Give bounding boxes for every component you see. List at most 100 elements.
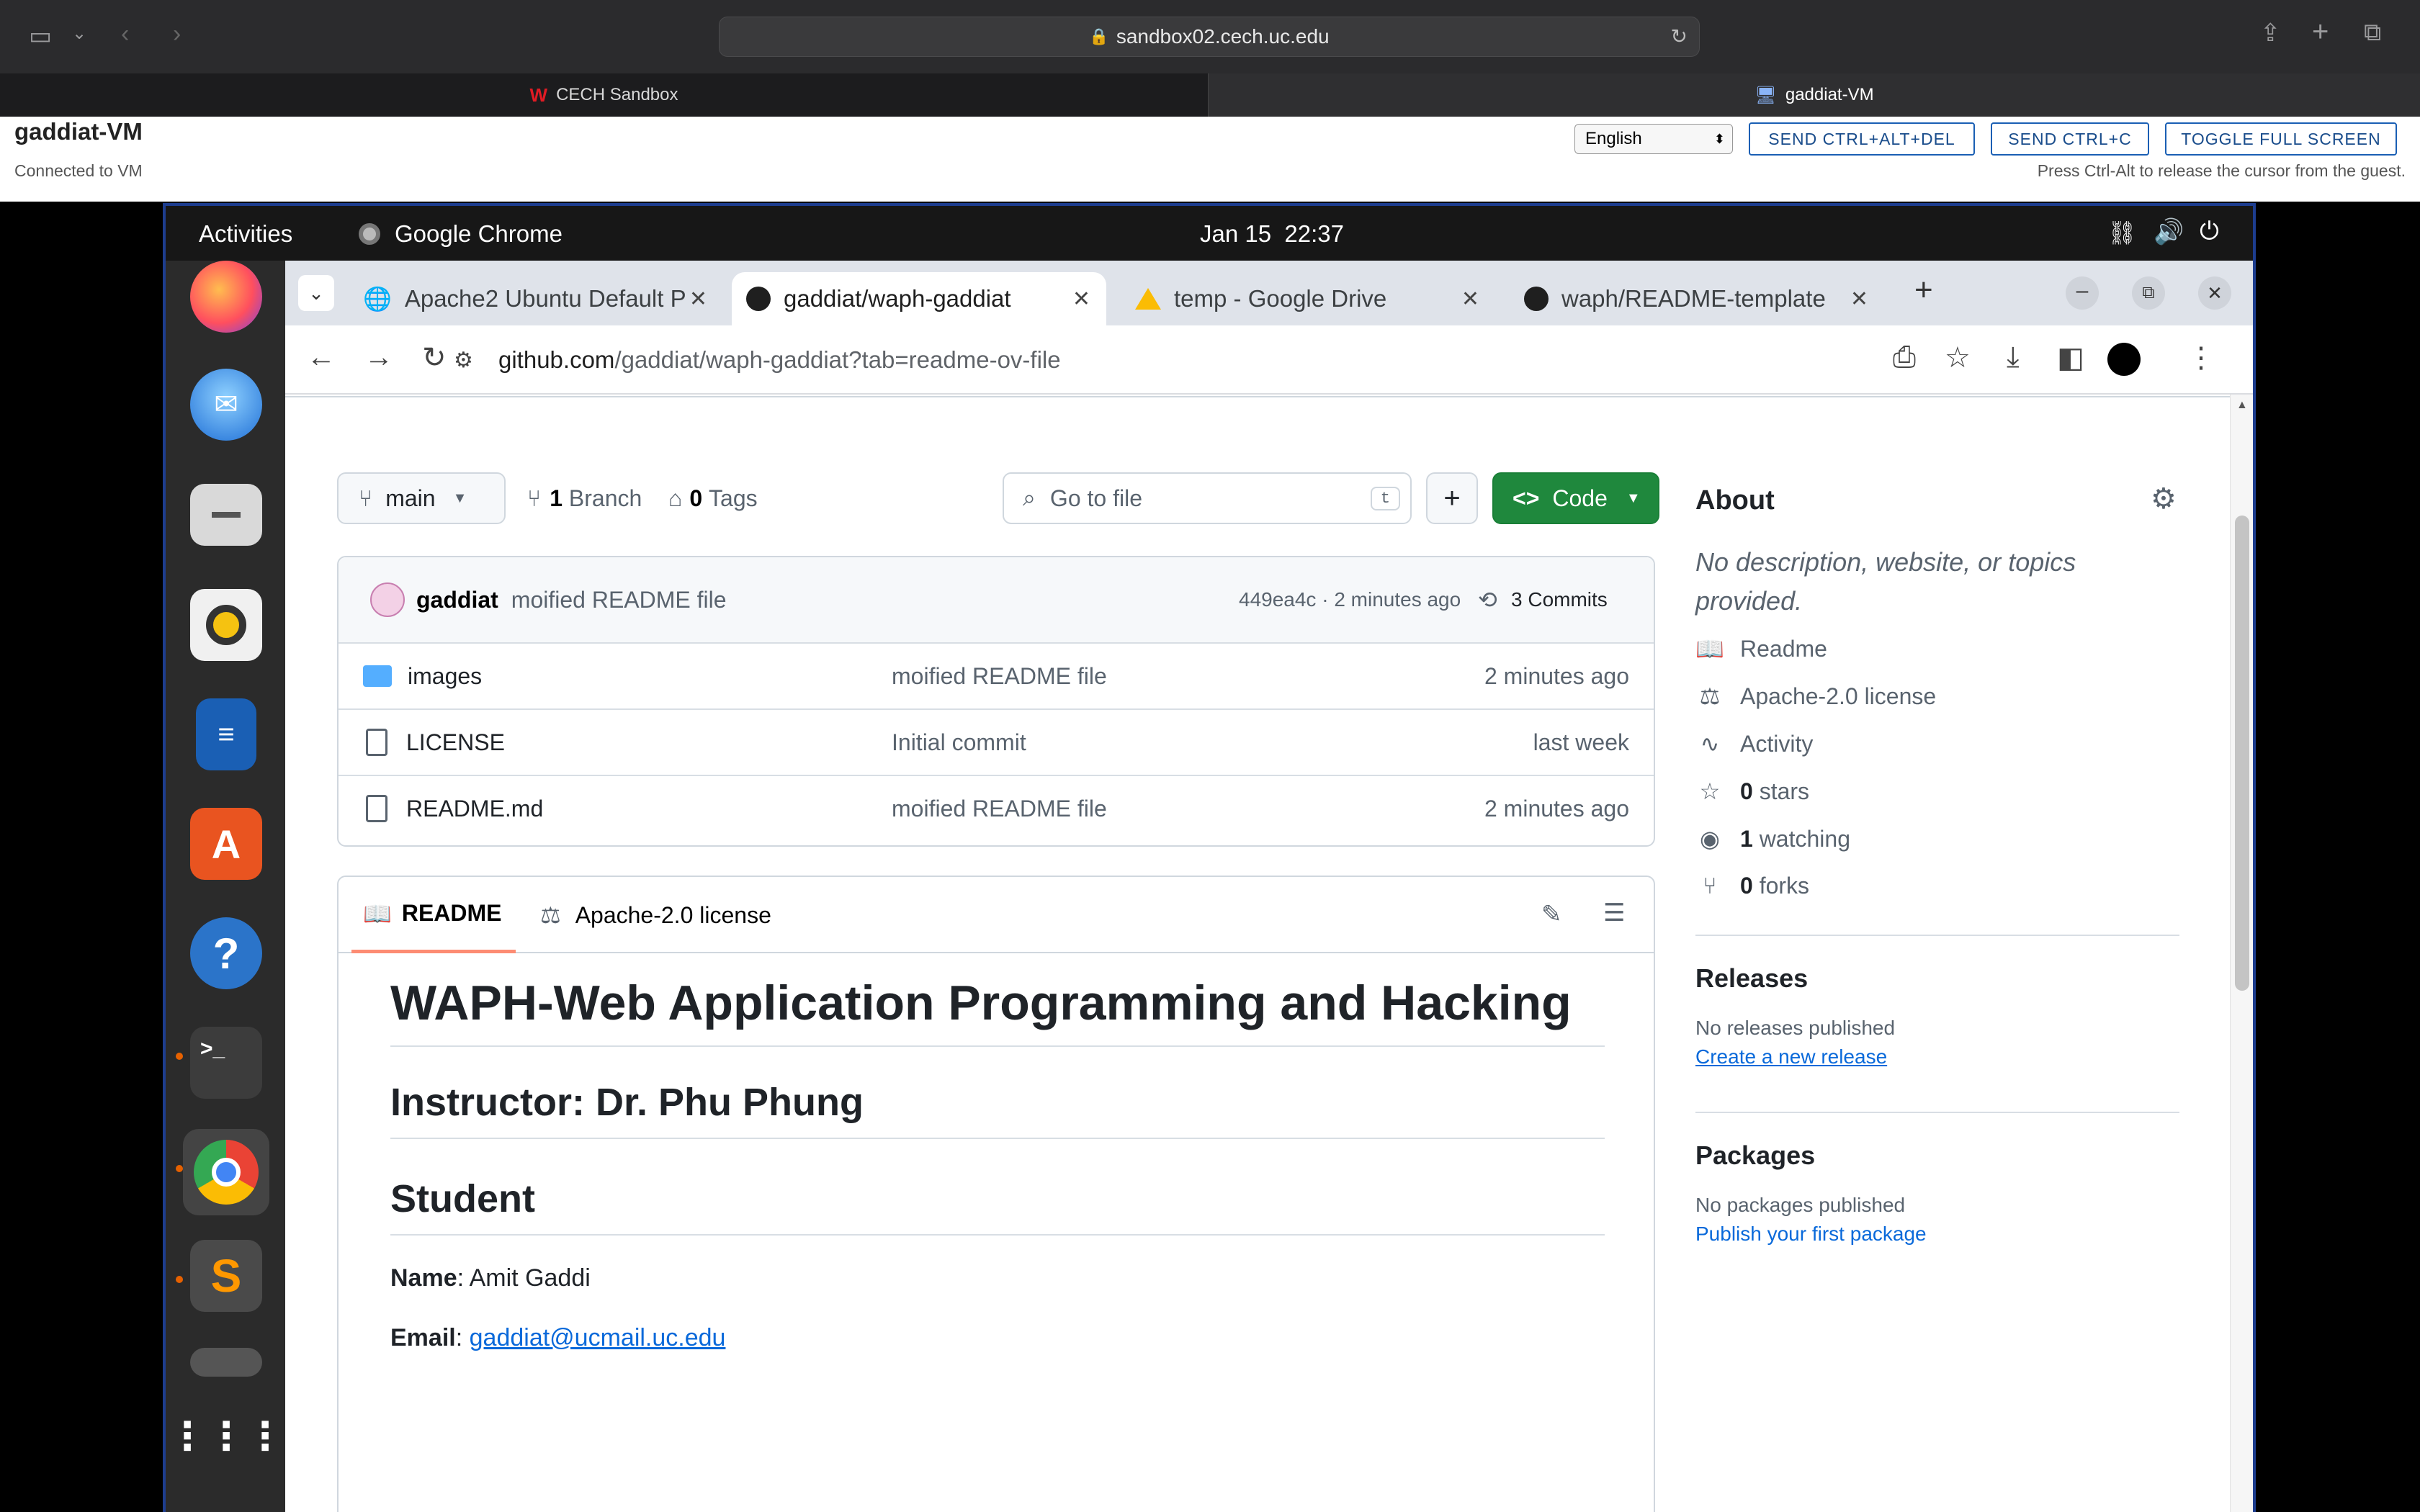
pulse-icon: ∿ (1700, 731, 1720, 757)
select-arrows-icon: ⬍ (1713, 131, 1725, 146)
edit-icon[interactable]: ✎ (1541, 900, 1562, 929)
vm-screen[interactable]: Activities Google Chrome Jan 15 22:37 ⛓ … (163, 203, 2256, 1512)
restore-button[interactable]: ⧉ (2132, 276, 2165, 310)
new-tab-icon[interactable]: + (2312, 16, 2329, 48)
file-name[interactable]: images (408, 663, 482, 690)
drive-icon[interactable] (190, 1348, 262, 1377)
close-icon[interactable]: ✕ (1461, 287, 1479, 312)
file-name[interactable]: LICENSE (406, 729, 505, 756)
files-icon[interactable] (190, 484, 262, 546)
clock[interactable]: Jan 15 22:37 (1200, 220, 1344, 248)
reload-icon[interactable]: ↻ (422, 341, 447, 374)
releases-heading[interactable]: Releases (1695, 963, 1808, 994)
thunderbird-icon[interactable]: ✉ (190, 369, 262, 441)
commit-message[interactable]: moified README file (511, 587, 727, 613)
safari-tab-cech-sandbox[interactable]: W CECH Sandbox (0, 73, 1209, 117)
activities-button[interactable]: Activities (199, 220, 292, 248)
toggle-full-screen-button[interactable]: TOGGLE FULL SCREEN (2165, 122, 2397, 156)
safari-tab-gaddiat-vm[interactable]: 🖥 gaddiat-VM (1209, 73, 2420, 117)
close-icon[interactable]: ✕ (1072, 287, 1090, 312)
packages-heading[interactable]: Packages (1695, 1140, 1815, 1171)
scroll-up-icon[interactable]: ▲ (2236, 399, 2248, 412)
about-forks[interactable]: ⑂ 0 forks (1695, 873, 1809, 899)
file-commit-message[interactable]: moified README file (892, 663, 1107, 690)
code-label: Code (1552, 485, 1608, 511)
watching-count: 1 (1740, 825, 1753, 852)
bookmark-star-icon[interactable]: ☆ (1945, 341, 1971, 374)
go-to-file-input[interactable]: ⌕ Go to file t (1003, 472, 1412, 524)
file-commit-message[interactable]: moified README file (892, 796, 1107, 822)
scrollbar-thumb[interactable] (2235, 516, 2249, 991)
tags-link[interactable]: ⌂ 0 Tags (668, 485, 758, 512)
network-icon[interactable]: ⛓ (2107, 219, 2137, 246)
address-bar[interactable]: 🔒 sandbox02.cech.uc.edu ↻ (719, 17, 1700, 57)
sublime-text-icon[interactable]: S (190, 1240, 262, 1312)
terminal-icon[interactable]: >_ (190, 1027, 262, 1099)
language-select[interactable]: English ⬍ (1574, 124, 1733, 154)
about-stars[interactable]: ☆ 0 stars (1695, 778, 1809, 805)
menu-icon[interactable]: ⋮ (2187, 341, 2215, 374)
volume-icon[interactable]: 🔊 (2154, 217, 2184, 246)
app-center-icon[interactable]: A (190, 808, 262, 880)
chevron-down-icon[interactable]: ⌄ (72, 23, 86, 44)
active-app-label[interactable]: Google Chrome (395, 220, 563, 248)
back-icon[interactable]: ← (307, 341, 336, 374)
file-commit-message[interactable]: Initial commit (892, 729, 1026, 756)
publish-package-link[interactable]: Publish your first package (1695, 1223, 1927, 1246)
send-ctrl-alt-del-button[interactable]: SEND CTRL+ALT+DEL (1749, 122, 1975, 156)
show-apps-icon[interactable]: ⋮⋮⋮ (168, 1400, 284, 1472)
branch-select[interactable]: ⑂ main ▼ (337, 472, 506, 524)
file-name[interactable]: README.md (406, 796, 543, 822)
close-icon[interactable]: ✕ (689, 287, 707, 312)
commit-hash-time[interactable]: 449ea4c · 2 minutes ago (1239, 588, 1461, 611)
minimize-button[interactable]: – (2066, 276, 2099, 310)
about-activity[interactable]: ∿ Activity (1695, 730, 1814, 757)
tab-search-button[interactable]: ⌄ (298, 275, 334, 311)
tab-google-drive[interactable]: temp - Google Drive ✕ (1121, 272, 1495, 325)
forward-icon[interactable]: → (364, 341, 393, 374)
firefox-icon[interactable] (190, 261, 262, 333)
gear-icon[interactable]: ⚙ (2151, 482, 2177, 516)
back-icon[interactable]: ‹ (121, 20, 129, 48)
close-icon[interactable]: ✕ (1850, 287, 1868, 312)
forward-icon[interactable]: › (173, 20, 181, 48)
site-info-icon[interactable]: ⚙ (454, 348, 473, 373)
download-icon[interactable]: ⤓ (2007, 341, 2020, 374)
about-license[interactable]: ⚖ Apache-2.0 license (1695, 683, 1937, 710)
tab-readme-template[interactable]: waph/README-template ✕ (1510, 272, 1884, 325)
create-release-link[interactable]: Create a new release (1695, 1045, 1887, 1068)
share-icon[interactable]: ⇪ (2260, 19, 2281, 48)
page-scrollbar[interactable]: ▲ (2230, 395, 2253, 1512)
help-icon[interactable]: ? (190, 917, 262, 989)
commit-author[interactable]: gaddiat (416, 587, 498, 613)
close-window-button[interactable]: ✕ (2198, 276, 2231, 310)
side-panel-icon[interactable]: ◧ (2057, 341, 2084, 374)
add-file-button[interactable]: + (1426, 472, 1478, 524)
reload-icon[interactable]: ↻ (1671, 24, 1688, 48)
send-ctrl-c-button[interactable]: SEND CTRL+C (1991, 122, 2149, 156)
about-watching[interactable]: ◉ 1 watching (1695, 825, 1850, 852)
sidebar-icon[interactable]: ▭ (29, 22, 52, 50)
commits-link[interactable]: 3 Commits (1511, 588, 1608, 611)
tab-apache[interactable]: 🌐 Apache2 Ubuntu Default Page ✕ (349, 272, 723, 325)
install-app-icon[interactable]: ⎙ (1893, 341, 1916, 374)
chrome-icon[interactable] (183, 1129, 269, 1215)
file-row[interactable]: images moified README file 2 minutes ago (339, 642, 1654, 708)
tab-waph-gaddiat[interactable]: gaddiat/waph-gaddiat ✕ (732, 272, 1106, 325)
file-row[interactable]: README.md moified README file 2 minutes … (339, 775, 1654, 841)
file-row[interactable]: LICENSE Initial commit last week (339, 708, 1654, 775)
power-icon[interactable]: ⏻ (2200, 217, 2219, 246)
new-tab-button[interactable]: + (1914, 272, 1933, 308)
avatar[interactable] (370, 582, 405, 617)
email-link[interactable]: gaddiat@ucmail.uc.edu (470, 1324, 726, 1351)
libreoffice-writer-icon[interactable]: ≡ (196, 698, 256, 770)
about-readme[interactable]: 📖 Readme (1695, 635, 1827, 662)
outline-icon[interactable]: ☰ (1603, 899, 1625, 927)
tab-readme[interactable]: 📖 README (351, 877, 516, 953)
tab-overview-icon[interactable]: ⧉ (2364, 19, 2381, 47)
profile-avatar[interactable] (2107, 343, 2141, 376)
tab-license[interactable]: ⚖ Apache-2.0 license (540, 877, 771, 953)
branches-link[interactable]: ⑂ 1 Branch (527, 485, 642, 512)
code-button[interactable]: <> Code ▼ (1492, 472, 1659, 524)
rhythmbox-icon[interactable] (190, 589, 262, 661)
